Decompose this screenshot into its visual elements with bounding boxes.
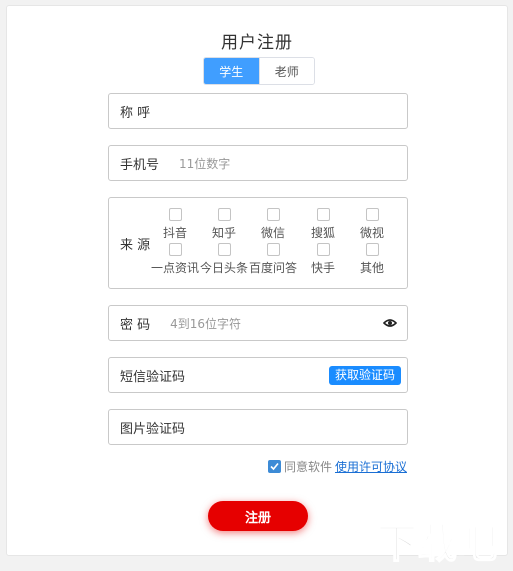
checkbox[interactable] xyxy=(168,208,182,221)
option-label: 今日头条 xyxy=(199,261,248,275)
svg-text:下载吧: 下载吧 xyxy=(377,521,497,567)
option-label: 微视 xyxy=(359,226,384,240)
tab-student[interactable]: 学生 xyxy=(204,58,259,84)
tab-teacher[interactable]: 老师 xyxy=(258,58,314,84)
option-label: 百度问答 xyxy=(248,261,297,275)
option-label: 知乎 xyxy=(211,226,236,240)
checkbox[interactable] xyxy=(266,243,280,256)
name-field[interactable]: 称 呼 xyxy=(108,93,408,129)
source-option-baidu[interactable]: 百度问答 xyxy=(245,243,301,276)
image-code-label: 图片验证码 xyxy=(120,421,186,437)
source-option-douyin[interactable]: 抖音 xyxy=(147,208,203,241)
sms-code-field[interactable]: 短信验证码 获取验证码 xyxy=(108,357,408,393)
sms-code-label: 短信验证码 xyxy=(120,369,186,385)
checkbox[interactable] xyxy=(217,208,231,221)
option-label: 快手 xyxy=(310,261,335,275)
register-card: 用户注册 学生 老师 称 呼 手机号 11位数字 来 源 抖音 知乎 微信 搜狐 xyxy=(6,5,508,556)
page-title: 用户注册 xyxy=(221,33,293,53)
phone-placeholder: 11位数字 xyxy=(179,156,231,171)
password-placeholder: 4到16位字符 xyxy=(170,316,242,331)
source-label: 来 源 xyxy=(120,238,151,253)
source-option-weixin[interactable]: 微信 xyxy=(245,208,301,241)
password-field[interactable]: 密 码 4到16位字符 xyxy=(108,305,408,341)
password-label: 密 码 xyxy=(120,317,151,333)
checkbox[interactable] xyxy=(365,208,379,221)
check-icon xyxy=(270,462,279,471)
source-field: 来 源 抖音 知乎 微信 搜狐 微视 一点资讯 今日头条 百度问答 快手 其他 xyxy=(108,197,408,289)
checkbox[interactable] xyxy=(266,208,280,221)
checkbox[interactable] xyxy=(365,243,379,256)
phone-label: 手机号 xyxy=(120,157,160,173)
agree-checkbox[interactable] xyxy=(267,460,281,473)
register-button[interactable]: 注册 xyxy=(208,501,308,531)
source-option-kuaishou[interactable]: 快手 xyxy=(295,243,351,276)
checkbox[interactable] xyxy=(316,208,330,221)
source-option-sohu[interactable]: 搜狐 xyxy=(295,208,351,241)
option-label: 抖音 xyxy=(162,226,187,240)
source-option-zhihu[interactable]: 知乎 xyxy=(196,208,252,241)
option-label: 其他 xyxy=(359,261,384,275)
role-tabs: 学生 老师 xyxy=(203,57,315,85)
option-label: 微信 xyxy=(260,226,285,240)
checkbox[interactable] xyxy=(217,243,231,256)
name-label: 称 呼 xyxy=(120,105,151,121)
source-option-weishi[interactable]: 微视 xyxy=(344,208,400,241)
get-code-button[interactable]: 获取验证码 xyxy=(328,366,401,385)
agreement: 同意软件 使用许可协议 xyxy=(267,458,407,475)
source-option-other[interactable]: 其他 xyxy=(344,243,400,276)
watermark-logo: 下载吧 xyxy=(376,520,498,568)
source-option-toutiao[interactable]: 今日头条 xyxy=(196,243,252,276)
checkbox[interactable] xyxy=(316,243,330,256)
checkbox[interactable] xyxy=(168,243,182,256)
source-option-yidian[interactable]: 一点资讯 xyxy=(147,243,203,276)
option-label: 一点资讯 xyxy=(150,261,199,275)
agree-text: 同意软件 xyxy=(283,460,332,474)
license-link[interactable]: 使用许可协议 xyxy=(335,458,407,475)
image-code-field[interactable]: 图片验证码 xyxy=(108,409,408,445)
option-label: 搜狐 xyxy=(310,226,335,240)
phone-field[interactable]: 手机号 11位数字 xyxy=(108,145,408,181)
eye-icon[interactable] xyxy=(383,318,397,328)
